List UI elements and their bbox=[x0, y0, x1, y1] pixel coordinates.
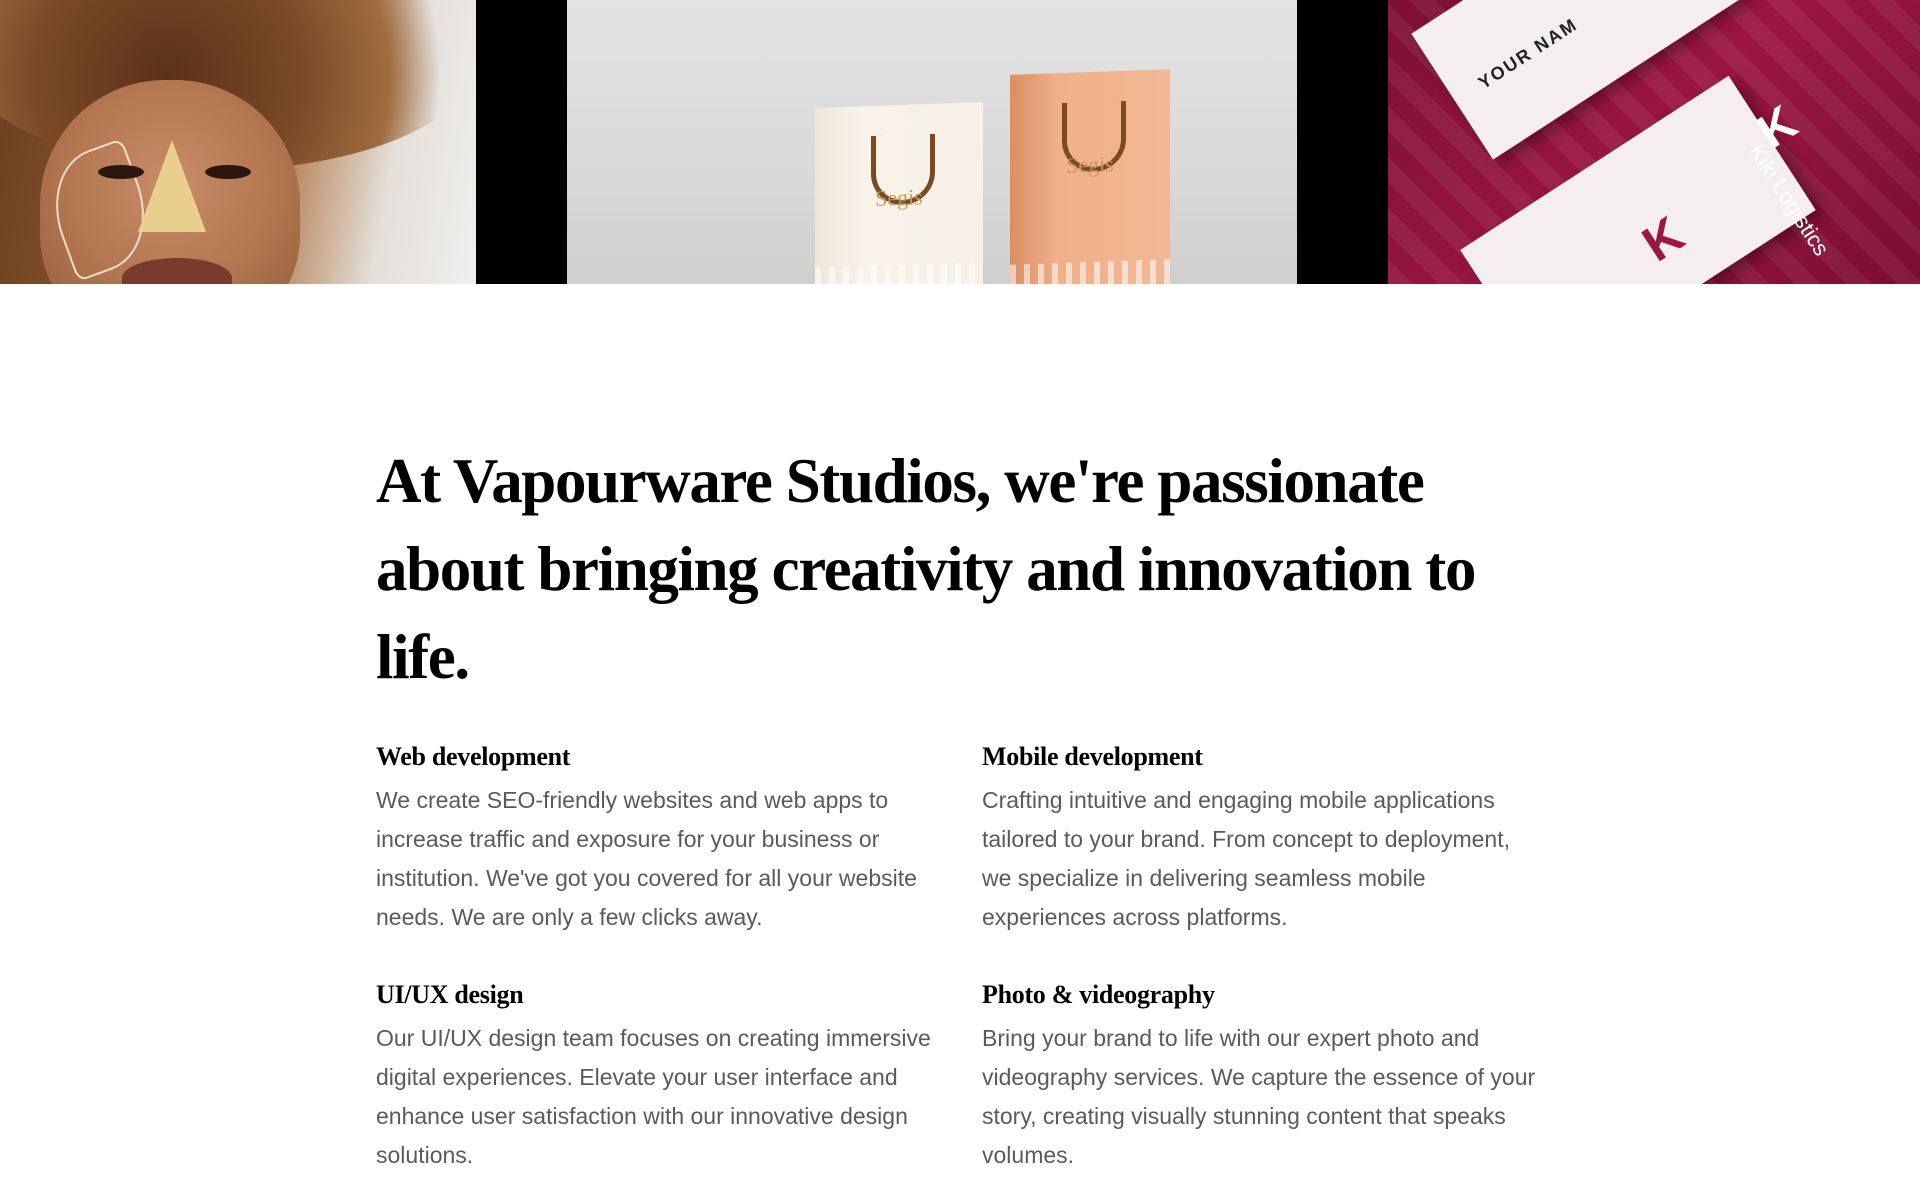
card-name-text: YOUR NAM bbox=[1474, 14, 1582, 93]
bag-logo: Segis bbox=[1066, 151, 1114, 178]
service-photo-videography: Photo & videography Bring your brand to … bbox=[982, 977, 1556, 1175]
hero-image-strip: Segis Segis YOUR NAM ME K K Kiki Logisti… bbox=[0, 0, 1920, 284]
cream-bag: Segis bbox=[815, 102, 983, 284]
page-headline: At Vapourware Studios, we're passionate … bbox=[376, 446, 1476, 692]
service-title: Web development bbox=[376, 742, 571, 771]
service-mobile-development: Mobile development Crafting intuitive an… bbox=[982, 739, 1556, 937]
services-grid: Web development We create SEO-friendly w… bbox=[376, 739, 1556, 1175]
eye-right bbox=[205, 165, 251, 179]
service-web-development: Web development We create SEO-friendly w… bbox=[376, 739, 982, 937]
bag-pattern bbox=[1010, 259, 1170, 284]
service-title: Photo & videography bbox=[982, 980, 1215, 1009]
intro-section: At Vapourware Studios, we're passionate … bbox=[376, 437, 1546, 1168]
portrait-image bbox=[0, 0, 476, 284]
service-title: UI/UX design bbox=[376, 980, 524, 1009]
service-description: We create SEO-friendly websites and web … bbox=[376, 787, 917, 930]
shopping-bags-image: Segis Segis bbox=[567, 0, 1297, 284]
business-cards-image: YOUR NAM ME K K Kiki Logistics bbox=[1388, 0, 1920, 284]
service-ui-ux-design: UI/UX design Our UI/UX design team focus… bbox=[376, 977, 982, 1175]
service-title: Mobile development bbox=[982, 742, 1203, 771]
gold-triangle bbox=[138, 140, 206, 232]
service-description: Bring your brand to life with our expert… bbox=[982, 1025, 1536, 1168]
peach-bag: Segis bbox=[1010, 69, 1170, 284]
bag-logo: Segis bbox=[875, 184, 923, 211]
service-description: Our UI/UX design team focuses on creatin… bbox=[376, 1025, 931, 1168]
bag-pattern bbox=[815, 262, 983, 284]
service-description: Crafting intuitive and engaging mobile a… bbox=[982, 787, 1511, 930]
